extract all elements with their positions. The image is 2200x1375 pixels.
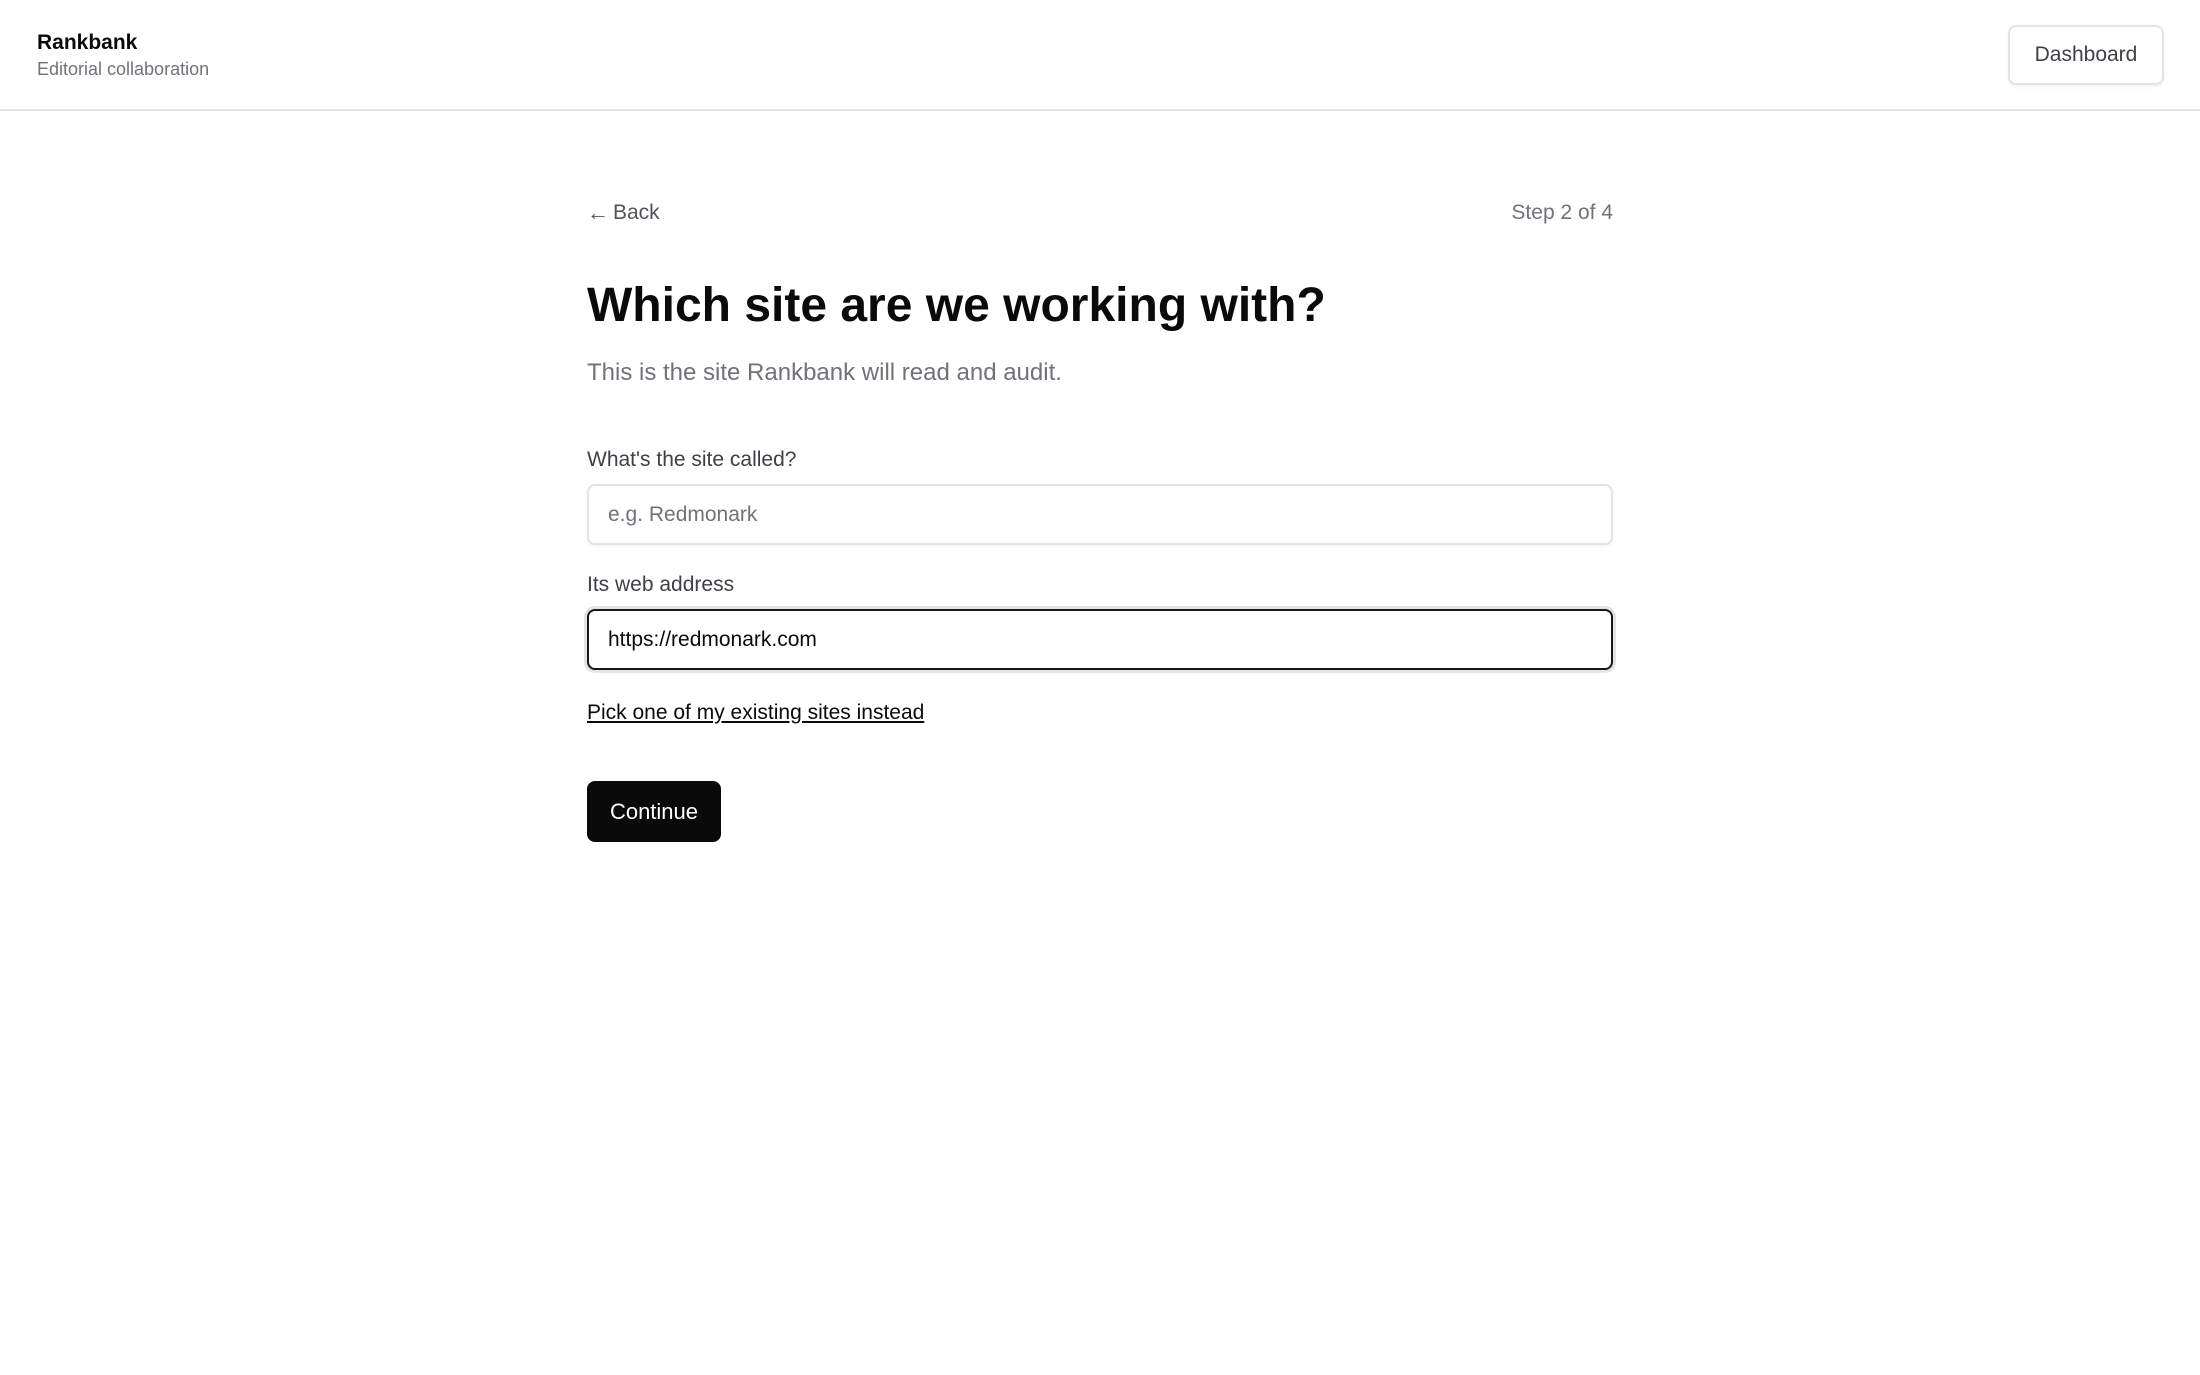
dashboard-button[interactable]: Dashboard [2008, 25, 2164, 85]
brand: Rankbank Editorial collaboration [37, 30, 209, 80]
arrow-left-icon: ← [587, 200, 609, 225]
site-name-input[interactable] [587, 484, 1613, 545]
web-address-input[interactable] [587, 609, 1613, 670]
back-label: Back [613, 201, 660, 224]
web-address-label: Its web address [587, 573, 735, 596]
pick-existing-site-link[interactable]: Pick one of my existing sites instead [587, 699, 924, 727]
brand-name: Rankbank [37, 31, 138, 54]
page-subtitle: This is the site Rankbank will read and … [587, 359, 1062, 386]
step-indicator: Step 2 of 4 [1511, 201, 1613, 224]
site-name-label: What's the site called? [587, 448, 797, 471]
continue-button[interactable]: Continue [587, 781, 721, 842]
step-navigation: ← Back Step 2 of 4 [587, 199, 1613, 229]
back-link[interactable]: ← Back [587, 199, 660, 227]
page-title: Which site are we working with? [587, 279, 1326, 332]
app-header: Rankbank Editorial collaboration Dashboa… [0, 0, 2200, 111]
brand-tagline: Editorial collaboration [37, 59, 210, 79]
